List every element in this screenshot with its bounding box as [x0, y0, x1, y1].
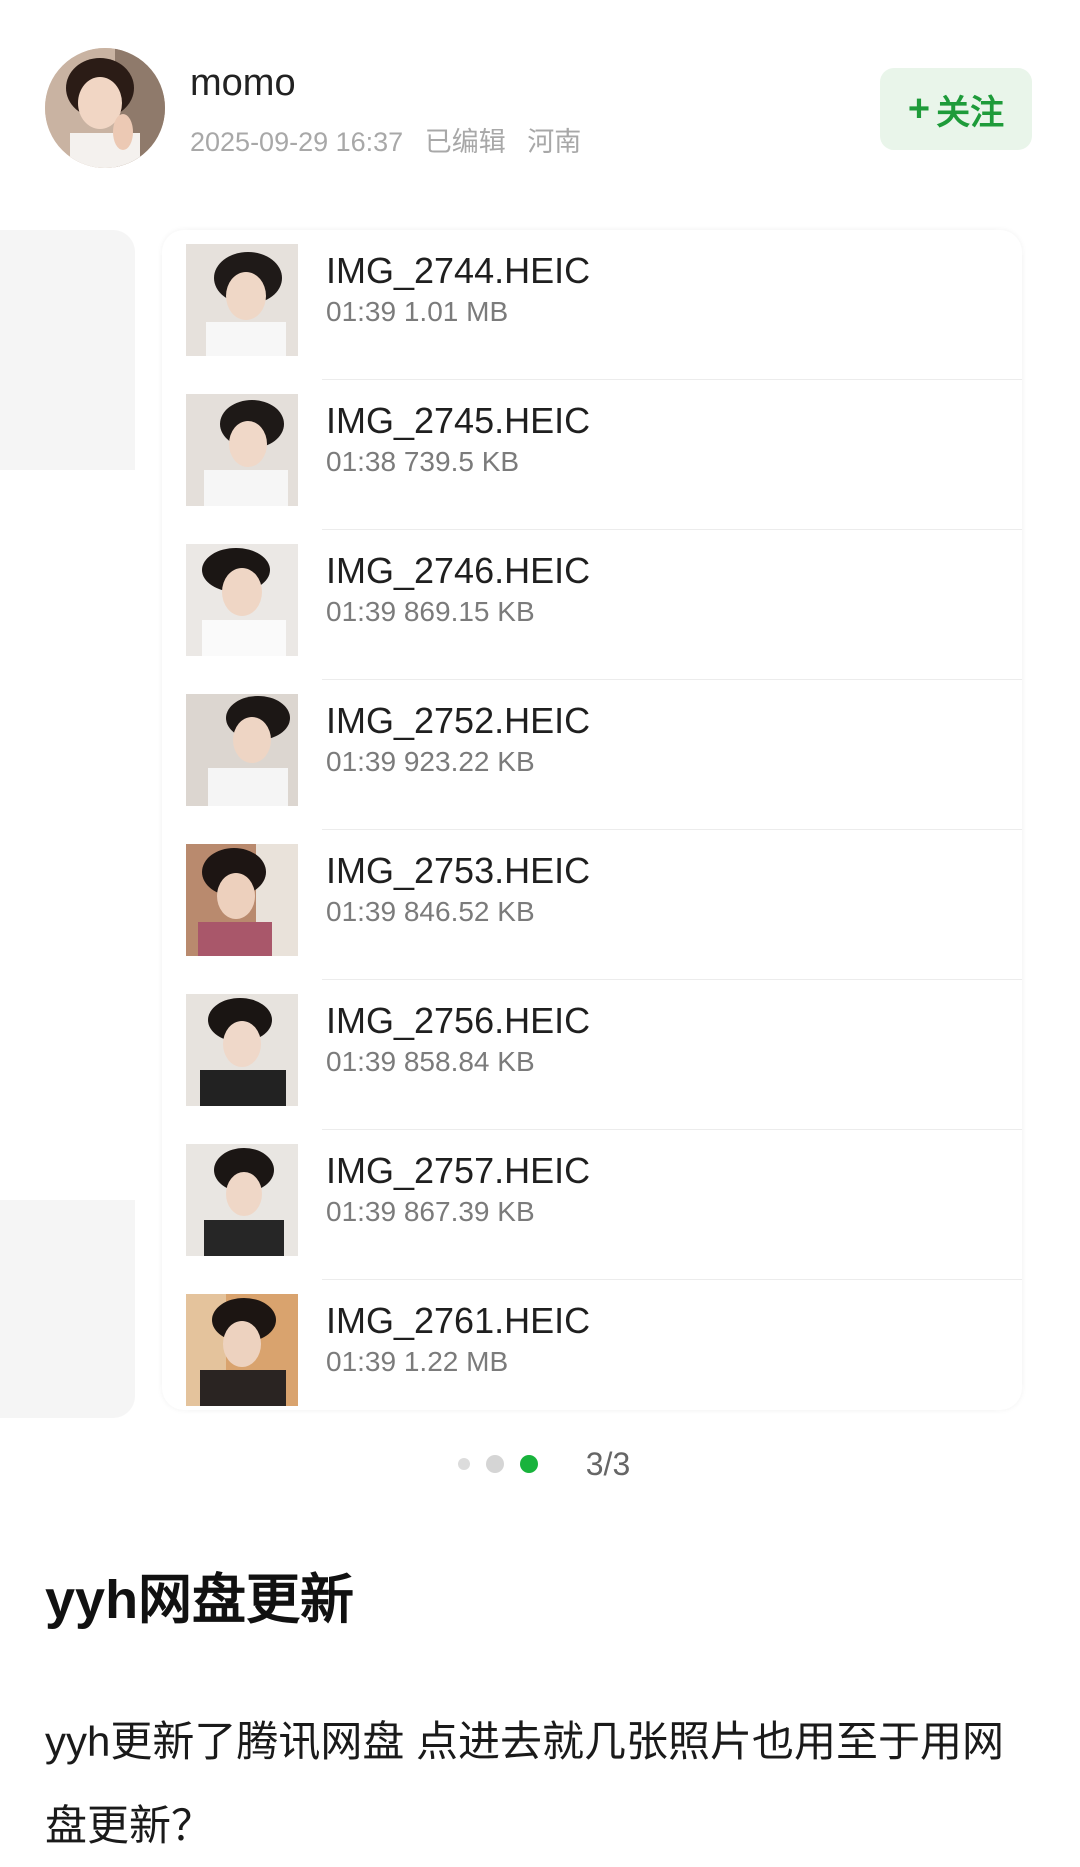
follow-button[interactable]: + 关注 — [880, 68, 1032, 150]
file-row[interactable]: IMG_2744.HEIC 01:39 1.01 MB — [162, 230, 1022, 380]
file-name: IMG_2756.HEIC — [326, 1000, 591, 1041]
post-body: yyh更新了腾讯网盘 点进去就几张照片也用至于用网盘更新？ — [45, 1718, 1005, 1849]
file-size: 858.84 KB — [403, 1046, 535, 1077]
file-thumbnail — [186, 1144, 298, 1256]
file-info: 01:39 869.15 KB — [326, 596, 535, 628]
file-row[interactable]: IMG_2761.HEIC 01:39 1.22 MB — [162, 1280, 1022, 1430]
file-thumbnail — [186, 544, 298, 656]
file-row[interactable]: IMG_2745.HEIC 01:38 739.5 KB — [162, 380, 1022, 530]
file-name: IMG_2753.HEIC — [326, 850, 591, 891]
post-meta: 2025-09-29 16:37 已编辑 河南 — [190, 120, 595, 159]
file-size: 1.01 MB — [403, 296, 509, 327]
file-name: IMG_2744.HEIC — [326, 250, 591, 291]
file-name: IMG_2746.HEIC — [326, 550, 591, 591]
file-list-card: IMG_2744.HEIC 01:39 1.01 MB IMG_2745.HEI… — [162, 230, 1022, 1410]
post-timestamp: 2025-09-29 16:37 — [190, 127, 404, 157]
file-list: IMG_2744.HEIC 01:39 1.01 MB IMG_2745.HEI… — [162, 230, 1022, 1430]
edited-label: 已编辑 — [424, 127, 506, 157]
file-size: 739.5 KB — [403, 446, 520, 477]
file-row[interactable]: IMG_2753.HEIC 01:39 846.52 KB — [162, 830, 1022, 980]
file-row[interactable]: IMG_2756.HEIC 01:39 858.84 KB — [162, 980, 1022, 1130]
file-time: 01:39 — [326, 1196, 397, 1227]
file-name: IMG_2745.HEIC — [326, 400, 591, 441]
file-time: 01:39 — [326, 1046, 397, 1077]
file-size: 1.22 MB — [403, 1346, 509, 1377]
plus-icon: + — [907, 87, 931, 130]
page-indicator: 3/3 — [585, 1445, 631, 1482]
file-thumbnail — [186, 1294, 298, 1406]
file-thumbnail — [186, 844, 298, 956]
carousel-pager: 3/3 — [0, 1444, 1080, 1484]
file-info: 01:39 1.01 MB — [326, 296, 508, 328]
file-size: 923.22 KB — [403, 746, 535, 777]
file-info: 01:39 846.52 KB — [326, 896, 535, 928]
file-info: 01:39 867.39 KB — [326, 1196, 535, 1228]
pager-dot[interactable] — [485, 1455, 504, 1473]
location-label: 河南 — [527, 127, 582, 157]
file-size: 846.52 KB — [403, 896, 535, 927]
username[interactable]: momo — [190, 62, 296, 105]
avatar-photo — [45, 48, 165, 168]
file-thumbnail — [186, 694, 298, 806]
post-page: momo 2025-09-29 16:37 已编辑 河南 + 关注 IMG_27… — [0, 0, 1080, 1867]
file-time: 01:39 — [326, 1346, 397, 1377]
file-row[interactable]: IMG_2746.HEIC 01:39 869.15 KB — [162, 530, 1022, 680]
pager-dot[interactable] — [457, 1458, 470, 1470]
file-time: 01:39 — [326, 896, 397, 927]
file-name: IMG_2757.HEIC — [326, 1150, 591, 1191]
file-name: IMG_2761.HEIC — [326, 1300, 591, 1341]
file-name: IMG_2752.HEIC — [326, 700, 591, 741]
avatar[interactable] — [45, 48, 165, 168]
pager-dot-active[interactable] — [519, 1455, 538, 1473]
file-row[interactable]: IMG_2757.HEIC 01:39 867.39 KB — [162, 1130, 1022, 1280]
post-header: momo 2025-09-29 16:37 已编辑 河南 + 关注 — [0, 0, 1080, 200]
post-title: yyh网盘更新 — [45, 1570, 355, 1630]
file-row[interactable]: IMG_2752.HEIC 01:39 923.22 KB — [162, 680, 1022, 830]
file-info: 01:39 858.84 KB — [326, 1046, 535, 1078]
file-thumbnail — [186, 394, 298, 506]
file-time: 01:39 — [326, 596, 397, 627]
file-info: 01:39 1.22 MB — [326, 1346, 508, 1378]
file-thumbnail — [186, 244, 298, 356]
previous-slide[interactable] — [0, 230, 135, 1418]
image-carousel[interactable]: IMG_2744.HEIC 01:39 1.01 MB IMG_2745.HEI… — [0, 226, 1080, 1426]
file-time: 01:39 — [326, 746, 397, 777]
file-thumbnail — [186, 994, 298, 1106]
file-size: 869.15 KB — [403, 596, 535, 627]
file-info: 01:38 739.5 KB — [326, 446, 519, 478]
follow-label: 关注 — [936, 93, 1005, 132]
file-info: 01:39 923.22 KB — [326, 746, 535, 778]
file-time: 01:39 — [326, 296, 397, 327]
file-size: 867.39 KB — [403, 1196, 535, 1227]
file-time: 01:38 — [326, 446, 397, 477]
